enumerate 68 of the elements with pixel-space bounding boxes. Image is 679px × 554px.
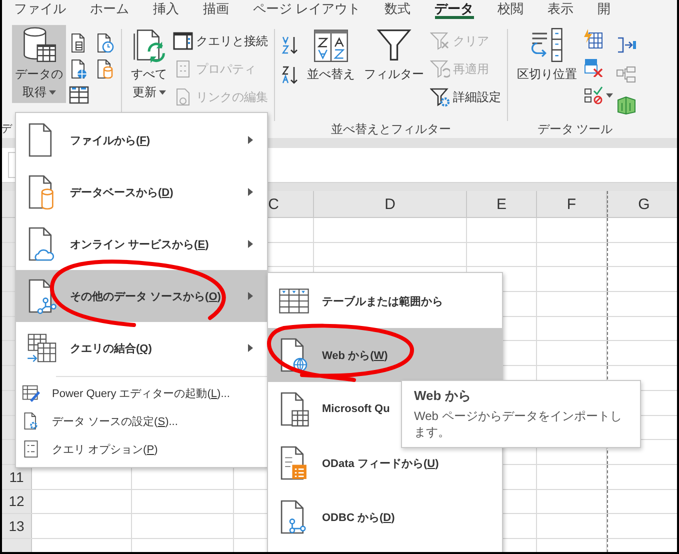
tooltip-text: Web ページからデータをインポートします。 bbox=[414, 408, 623, 440]
ribbon-button[interactable]: データの 取得 bbox=[12, 25, 66, 103]
query-panel-icon bbox=[173, 31, 193, 51]
advanced-filter-icon bbox=[430, 87, 450, 107]
menu-item[interactable]: Power Query エディターの起動(L)... bbox=[16, 379, 267, 407]
submenu-arrow-icon bbox=[248, 344, 253, 352]
menu-item[interactable]: データ ソースの設定(S)... bbox=[16, 407, 267, 435]
globe-document-icon[interactable] bbox=[69, 59, 89, 79]
table-document-icon bbox=[278, 391, 310, 427]
ribbon-button[interactable]: 並べ替え bbox=[304, 25, 358, 103]
menu-item[interactable]: ODBC から(D) bbox=[268, 490, 502, 544]
ribbon-tab[interactable]: 表示 bbox=[548, 0, 574, 19]
caret-icon bbox=[606, 92, 613, 98]
table-icon[interactable] bbox=[69, 85, 89, 105]
ribbon-button[interactable]: すべて 更新 bbox=[128, 25, 170, 103]
row-header[interactable]: 12 bbox=[2, 490, 32, 514]
filter-icon bbox=[376, 27, 412, 63]
data-validation-icon[interactable] bbox=[583, 85, 603, 105]
refresh-document-icon bbox=[131, 27, 167, 63]
menu-item[interactable]: クエリの結合(Q) bbox=[16, 322, 267, 374]
ribbon-tab[interactable]: 数式 bbox=[384, 0, 411, 19]
submenu-arrow-icon bbox=[248, 136, 253, 144]
row-header[interactable]: 13 bbox=[2, 514, 32, 538]
column-header[interactable]: E bbox=[467, 191, 537, 217]
submenu-arrow-icon bbox=[248, 240, 253, 248]
ribbon-button[interactable]: 詳細設定 bbox=[430, 87, 501, 107]
group-label: 並べ替えとフィルター bbox=[331, 121, 451, 138]
ribbon-button[interactable]: フィルター bbox=[361, 25, 427, 103]
ribbon-tab[interactable]: ファイル bbox=[14, 0, 66, 19]
network-document-icon bbox=[26, 278, 58, 314]
menu-item[interactable]: ファイルから(F) bbox=[16, 114, 267, 166]
flash-fill-icon[interactable] bbox=[583, 29, 603, 49]
ribbon-tab[interactable]: 開 bbox=[598, 0, 611, 19]
clear-filter-icon bbox=[430, 31, 450, 51]
settings-document-icon bbox=[22, 412, 40, 430]
menu-item[interactable]: オンライン サービスから(E) bbox=[16, 218, 267, 270]
menu-item[interactable]: テーブルまたは範囲から bbox=[268, 274, 502, 328]
caret-icon bbox=[48, 90, 56, 94]
consolidate-icon[interactable] bbox=[616, 35, 636, 55]
reapply-filter-icon bbox=[430, 59, 450, 79]
database-table-icon bbox=[21, 27, 57, 63]
column-header[interactable]: G bbox=[607, 191, 677, 217]
ribbon-button[interactable]: クエリと接続 bbox=[173, 31, 268, 51]
ribbon-tab[interactable]: データ bbox=[434, 0, 474, 19]
ribbon-tab[interactable]: 挿入 bbox=[153, 0, 179, 19]
caret-icon bbox=[158, 90, 166, 94]
ribbon-tab[interactable]: ホーム bbox=[90, 0, 129, 19]
globe-document-icon bbox=[278, 337, 310, 373]
column-header[interactable]: F bbox=[537, 191, 607, 217]
relationships-icon[interactable] bbox=[616, 65, 636, 85]
database-document-icon[interactable] bbox=[95, 59, 115, 79]
tooltip-title: Web から bbox=[414, 387, 472, 405]
clock-document-icon[interactable] bbox=[95, 33, 115, 53]
column-header[interactable]: D bbox=[314, 191, 467, 217]
ribbon-tab[interactable]: 描画 bbox=[203, 0, 229, 19]
menu-item[interactable]: クエリ オプション(P) bbox=[16, 435, 267, 463]
ribbon-tab[interactable]: 校閲 bbox=[498, 0, 524, 19]
ribbon-button[interactable]: 区切り位置 bbox=[514, 25, 580, 103]
table-edit-icon bbox=[22, 384, 40, 402]
sort-icon bbox=[313, 27, 349, 63]
submenu-arrow-icon bbox=[248, 188, 253, 196]
submenu-arrow-icon bbox=[248, 292, 253, 300]
group-label: データ ツール bbox=[537, 121, 613, 138]
remove-duplicates-icon[interactable] bbox=[583, 57, 603, 77]
ribbon-tab[interactable]: ページ レイアウト bbox=[253, 0, 361, 19]
menu-item[interactable]: その他のデータ ソースから(O) bbox=[16, 270, 267, 322]
options-list-icon bbox=[22, 440, 40, 458]
data-model-icon[interactable] bbox=[616, 95, 636, 115]
